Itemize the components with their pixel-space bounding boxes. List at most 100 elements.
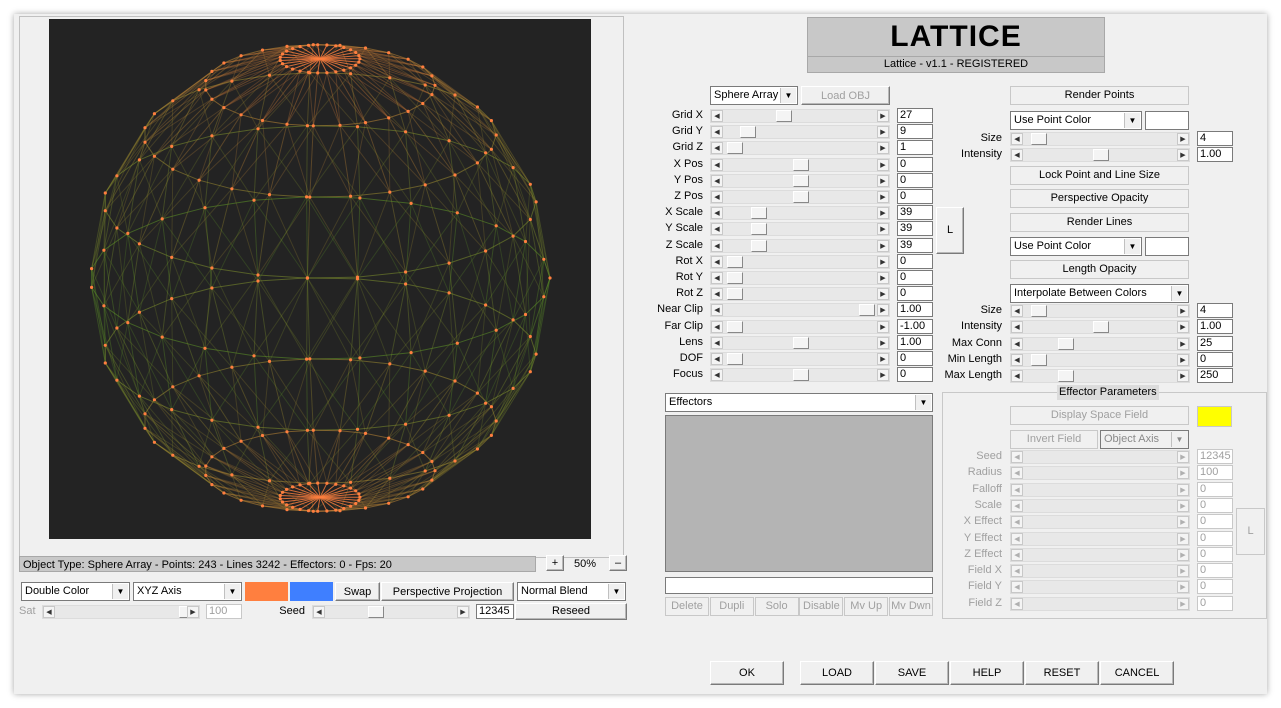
arrow-left-icon[interactable]: ◀ (711, 223, 723, 236)
slider-thumb[interactable] (1031, 353, 1047, 366)
lines-min-length-value[interactable]: 0 (1197, 351, 1233, 367)
effector-scale-slider[interactable]: ◀ ▶ (1010, 498, 1190, 513)
arrow-right-icon[interactable]: ▶ (1177, 581, 1189, 594)
arrow-left-icon[interactable]: ◀ (1011, 565, 1023, 578)
slider-thumb[interactable] (793, 158, 809, 171)
effector-mv-up-button[interactable]: Mv Up (844, 597, 889, 616)
seed-value[interactable]: 12345 (476, 604, 514, 619)
arrow-left-icon[interactable]: ◀ (711, 174, 723, 187)
arrow-right-icon[interactable]: ▶ (877, 369, 889, 382)
slider-thumb[interactable] (727, 255, 743, 268)
effector-field-z-slider[interactable]: ◀ ▶ (1010, 596, 1190, 611)
arrow-left-icon[interactable]: ◀ (1011, 451, 1023, 463)
effector-falloff-slider[interactable]: ◀ ▶ (1010, 482, 1190, 497)
array-z-pos-value[interactable]: 0 (897, 189, 933, 204)
effector-delete-button[interactable]: Delete (665, 597, 709, 616)
arrow-right-icon[interactable]: ▶ (1177, 321, 1189, 334)
arrow-left-icon[interactable]: ◀ (1011, 483, 1023, 496)
sat-slider[interactable]: ◀ ▶ (42, 605, 200, 619)
array-z-scale-slider[interactable]: ◀ ▶ (710, 238, 890, 253)
array-y-scale-slider[interactable]: ◀ ▶ (710, 222, 890, 237)
arrow-right-icon[interactable]: ▶ (1177, 353, 1189, 366)
arrow-left-icon[interactable]: ◀ (711, 239, 723, 252)
length-opacity-button[interactable]: Length Opacity (1010, 260, 1189, 279)
effector-y-effect-value[interactable]: 0 (1197, 530, 1233, 546)
array-x-pos-value[interactable]: 0 (897, 156, 933, 172)
slider-thumb[interactable] (1093, 321, 1109, 334)
array-y-pos-slider[interactable]: ◀ ▶ (710, 173, 890, 188)
slider-thumb[interactable] (1031, 305, 1047, 317)
effector-field-x-slider[interactable]: ◀ ▶ (1010, 564, 1190, 579)
array-focus-value[interactable]: 0 (897, 367, 933, 383)
arrow-left-icon[interactable]: ◀ (1011, 548, 1023, 561)
slider-thumb[interactable] (727, 320, 743, 333)
effector-lock-button[interactable]: L (1236, 508, 1265, 555)
arrow-left-icon[interactable]: ◀ (711, 369, 723, 382)
array-rot-x-slider[interactable]: ◀ ▶ (710, 254, 890, 269)
arrow-left-icon[interactable]: ◀ (711, 158, 723, 171)
arrow-left-icon[interactable]: ◀ (711, 191, 723, 203)
perspective-opacity-button[interactable]: Perspective Opacity (1010, 189, 1189, 208)
lines-max-length-value[interactable]: 250 (1197, 368, 1233, 384)
effector-x-effect-slider[interactable]: ◀ ▶ (1010, 515, 1190, 530)
arrow-left-icon[interactable]: ◀ (711, 288, 723, 301)
effector-z-effect-slider[interactable]: ◀ ▶ (1010, 547, 1190, 562)
array-z-pos-slider[interactable]: ◀ ▶ (710, 190, 890, 204)
array-x-scale-slider[interactable]: ◀ ▶ (710, 206, 890, 221)
arrow-right-icon[interactable]: ▶ (1177, 565, 1189, 578)
arrow-left-icon[interactable]: ◀ (1011, 353, 1023, 366)
arrow-right-icon[interactable]: ▶ (877, 158, 889, 171)
array-grid-y-value[interactable]: 9 (897, 124, 933, 140)
line-color-field[interactable] (1145, 237, 1189, 256)
arrow-right-icon[interactable]: ▶ (877, 110, 889, 122)
array-far-clip-value[interactable]: -1.00 (897, 318, 933, 334)
arrow-left-icon[interactable]: ◀ (711, 320, 723, 333)
axis-select[interactable]: XYZ Axis ▼ (133, 582, 242, 601)
array-lens-slider[interactable]: ◀ ▶ (710, 335, 890, 350)
effector-disable-button[interactable]: Disable (799, 597, 844, 616)
slider-thumb[interactable] (368, 606, 384, 618)
lines-intensity-slider[interactable]: ◀ ▶ (1010, 320, 1190, 335)
arrow-right-icon[interactable]: ▶ (1177, 532, 1189, 545)
slider-thumb[interactable] (793, 174, 809, 187)
points-size-slider[interactable]: ◀ ▶ (1010, 132, 1190, 146)
field-color-swatch[interactable] (1197, 406, 1232, 427)
array-rot-z-value[interactable]: 0 (897, 286, 933, 302)
arrow-left-icon[interactable]: ◀ (711, 336, 723, 349)
arrow-left-icon[interactable]: ◀ (711, 126, 723, 139)
effector-field-y-slider[interactable]: ◀ ▶ (1010, 580, 1190, 595)
slider-thumb[interactable] (740, 126, 756, 139)
slider-thumb[interactable] (859, 304, 875, 317)
display-space-field-button[interactable]: Display Space Field (1010, 406, 1189, 425)
array-grid-z-value[interactable]: 1 (897, 140, 933, 156)
lines-max-conn-value[interactable]: 25 (1197, 335, 1233, 351)
arrow-left-icon[interactable]: ◀ (43, 606, 55, 618)
arrow-left-icon[interactable]: ◀ (1011, 467, 1023, 480)
arrow-left-icon[interactable]: ◀ (1011, 597, 1023, 610)
load-obj-button[interactable]: Load OBJ (801, 86, 890, 105)
arrow-right-icon[interactable]: ▶ (1177, 499, 1189, 512)
effector-radius-slider[interactable]: ◀ ▶ (1010, 466, 1190, 481)
ok-button[interactable]: OK (710, 661, 784, 685)
arrow-right-icon[interactable]: ▶ (877, 288, 889, 301)
arrow-right-icon[interactable]: ▶ (877, 207, 889, 220)
point-color-field[interactable] (1145, 111, 1189, 130)
invert-field-button[interactable]: Invert Field (1010, 430, 1098, 449)
arrow-left-icon[interactable]: ◀ (1011, 321, 1023, 334)
effector-x-effect-value[interactable]: 0 (1197, 514, 1233, 530)
array-grid-y-slider[interactable]: ◀ ▶ (710, 125, 890, 140)
arrow-left-icon[interactable]: ◀ (711, 142, 723, 155)
points-size-value[interactable]: 4 (1197, 131, 1233, 146)
arrow-left-icon[interactable]: ◀ (1011, 532, 1023, 545)
array-y-scale-value[interactable]: 39 (897, 221, 933, 237)
arrow-right-icon[interactable]: ▶ (1177, 451, 1189, 463)
render-lines-button[interactable]: Render Lines (1010, 213, 1189, 232)
array-far-clip-slider[interactable]: ◀ ▶ (710, 319, 890, 334)
arrow-right-icon[interactable]: ▶ (1177, 483, 1189, 496)
effector-seed-value[interactable]: 12345 (1197, 449, 1233, 464)
array-dof-value[interactable]: 0 (897, 351, 933, 366)
reseed-button[interactable]: Reseed (515, 603, 627, 620)
render-points-button[interactable]: Render Points (1010, 86, 1189, 105)
array-type-select[interactable]: Sphere Array ▼ (710, 86, 798, 105)
preview-viewport[interactable] (49, 19, 591, 539)
